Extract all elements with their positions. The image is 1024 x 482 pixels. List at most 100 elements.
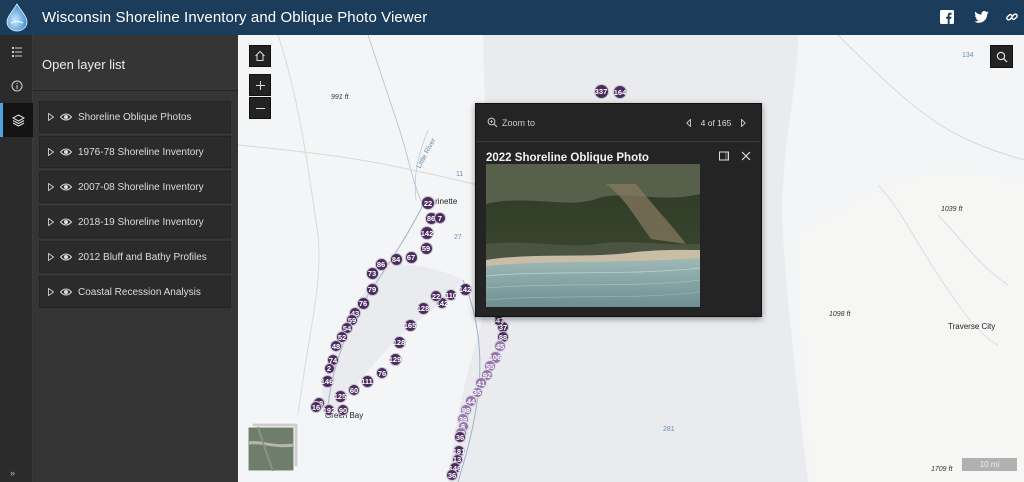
photo-cluster-marker[interactable]: 192 [323, 404, 335, 416]
zoom-in-magnifier-icon [487, 117, 498, 128]
pager-text: 4 of 165 [700, 118, 732, 128]
layers-button[interactable] [0, 103, 33, 137]
photo-cluster-marker[interactable]: 48 [330, 340, 342, 352]
layer-item-2007-08[interactable]: 2007-08 Shoreline Inventory [39, 171, 231, 203]
home-icon [255, 50, 265, 61]
route-label: 27 [454, 234, 462, 241]
popup-pager: 4 of 165 [683, 114, 749, 132]
photo-cluster-marker[interactable]: 111 [360, 374, 374, 388]
layer-item-oblique-photos[interactable]: Shoreline Oblique Photos [39, 101, 231, 133]
feature-popup: Zoom to 4 of 165 2022 Shoreline Oblique … [475, 103, 762, 317]
photo-cluster-marker[interactable]: 110 [445, 289, 457, 301]
dock-icon[interactable] [718, 150, 730, 162]
zoom-in-button[interactable] [249, 74, 271, 96]
home-button[interactable] [249, 45, 271, 67]
expand-caret-icon[interactable] [48, 253, 54, 261]
layer-list: Shoreline Oblique Photos 1976-78 Shoreli… [39, 101, 231, 311]
layer-label: 1976-78 Shoreline Inventory [78, 146, 204, 158]
expand-caret-icon[interactable] [48, 113, 54, 121]
info-icon [11, 80, 22, 92]
previous-feature-button[interactable] [683, 114, 693, 132]
visibility-eye-icon[interactable] [60, 287, 72, 297]
app-header: Wisconsin Shoreline Inventory and Obliqu… [0, 0, 1024, 35]
photo-cluster-marker[interactable]: 16 [310, 401, 322, 413]
photo-cluster-marker[interactable]: 146 [320, 374, 334, 388]
photo-cluster-marker[interactable]: 84 [389, 252, 403, 266]
photo-cluster-marker[interactable]: 73 [365, 266, 379, 280]
oblique-shoreline-photo [486, 164, 700, 307]
route-label: 134 [962, 52, 974, 59]
plus-icon [255, 80, 265, 90]
photo-cluster-marker[interactable]: 22 [430, 290, 442, 302]
photo-cluster-marker[interactable]: 36 [454, 431, 466, 443]
side-rail: » [0, 35, 33, 482]
layer-label: Shoreline Oblique Photos [78, 111, 192, 123]
elevation-label: 1039 ft [941, 206, 963, 213]
twitter-icon[interactable] [972, 8, 990, 26]
facebook-icon[interactable] [938, 8, 956, 26]
layer-label: 2007-08 Shoreline Inventory [78, 181, 204, 193]
layer-list-panel: Open layer list Shoreline Oblique Photos… [33, 35, 238, 482]
app-title: Wisconsin Shoreline Inventory and Obliqu… [42, 9, 428, 26]
photo-cluster-marker[interactable]: 125 [333, 389, 347, 403]
photo-cluster-marker[interactable]: 36 [446, 469, 458, 481]
layer-item-1976-78[interactable]: 1976-78 Shoreline Inventory [39, 136, 231, 168]
expand-caret-icon[interactable] [48, 218, 54, 226]
minus-icon [255, 107, 265, 109]
info-button[interactable] [0, 69, 33, 103]
expand-caret-icon[interactable] [48, 148, 54, 156]
layer-item-bluff-bathy[interactable]: 2012 Bluff and Bathy Profiles [39, 241, 231, 273]
photo-cluster-marker[interactable]: 128 [392, 335, 406, 349]
layer-item-2018-19[interactable]: 2018-19 Shoreline Inventory [39, 206, 231, 238]
legend-button[interactable] [0, 35, 33, 69]
layer-label: 2018-19 Shoreline Inventory [78, 216, 204, 228]
link-icon[interactable] [1003, 8, 1021, 26]
photo-cluster-marker[interactable]: 142 [420, 226, 434, 240]
zoom-out-button[interactable] [249, 97, 271, 119]
photo-cluster-marker[interactable]: 2 [323, 362, 335, 374]
photo-cluster-marker[interactable]: 129 [388, 352, 402, 366]
layers-icon [11, 113, 25, 127]
elevation-label: 991 ft [331, 94, 349, 101]
photo-cluster-marker[interactable]: 337 [593, 83, 609, 99]
visibility-eye-icon[interactable] [60, 217, 72, 227]
next-feature-button[interactable] [739, 114, 749, 132]
route-label: 281 [663, 426, 675, 433]
zoom-to-button[interactable]: Zoom to [487, 117, 535, 128]
water-drop-logo-icon [6, 3, 28, 32]
visibility-eye-icon[interactable] [60, 112, 72, 122]
photo-cluster-marker[interactable]: 22 [421, 196, 435, 210]
expand-caret-icon[interactable] [48, 183, 54, 191]
photo-cluster-marker[interactable]: 165 [403, 318, 417, 332]
panel-title: Open layer list [42, 57, 126, 72]
photo-cluster-marker[interactable]: 76 [376, 367, 388, 379]
photo-cluster-marker[interactable]: 59 [419, 241, 433, 255]
close-icon[interactable] [740, 150, 752, 162]
city-label: Traverse City [948, 322, 996, 331]
photo-cluster-marker[interactable]: 67 [404, 250, 418, 264]
popup-title: 2022 Shoreline Oblique Photo [486, 152, 649, 164]
photo-cluster-marker[interactable]: 7 [434, 212, 446, 224]
visibility-eye-icon[interactable] [60, 252, 72, 262]
visibility-eye-icon[interactable] [60, 147, 72, 157]
photo-cluster-marker[interactable]: 90 [337, 404, 349, 416]
map-search-button[interactable] [990, 45, 1013, 68]
photo-cluster-marker[interactable]: 164 [613, 85, 627, 99]
photo-cluster-marker[interactable]: 60 [348, 384, 360, 396]
expand-panel-button[interactable]: » [10, 468, 15, 478]
layer-item-coastal-recession[interactable]: Coastal Recession Analysis [39, 276, 231, 308]
visibility-eye-icon[interactable] [60, 182, 72, 192]
photo-cluster-marker[interactable]: 128 [416, 301, 430, 315]
legend-icon [11, 47, 22, 57]
photo-cluster-marker[interactable]: 142 [458, 282, 472, 296]
basemap-toggle-button[interactable] [248, 423, 298, 471]
chevron-left-icon [685, 119, 691, 127]
layer-label: Coastal Recession Analysis [78, 286, 201, 298]
expand-caret-icon[interactable] [48, 288, 54, 296]
layer-label: 2012 Bluff and Bathy Profiles [78, 251, 207, 263]
elevation-label: 1098 ft [829, 311, 851, 318]
photo-cluster-marker[interactable]: 79 [365, 282, 379, 296]
route-label: 11 [456, 171, 464, 178]
scale-bar: 10 mi [962, 458, 1017, 471]
chevron-right-icon [741, 119, 747, 127]
